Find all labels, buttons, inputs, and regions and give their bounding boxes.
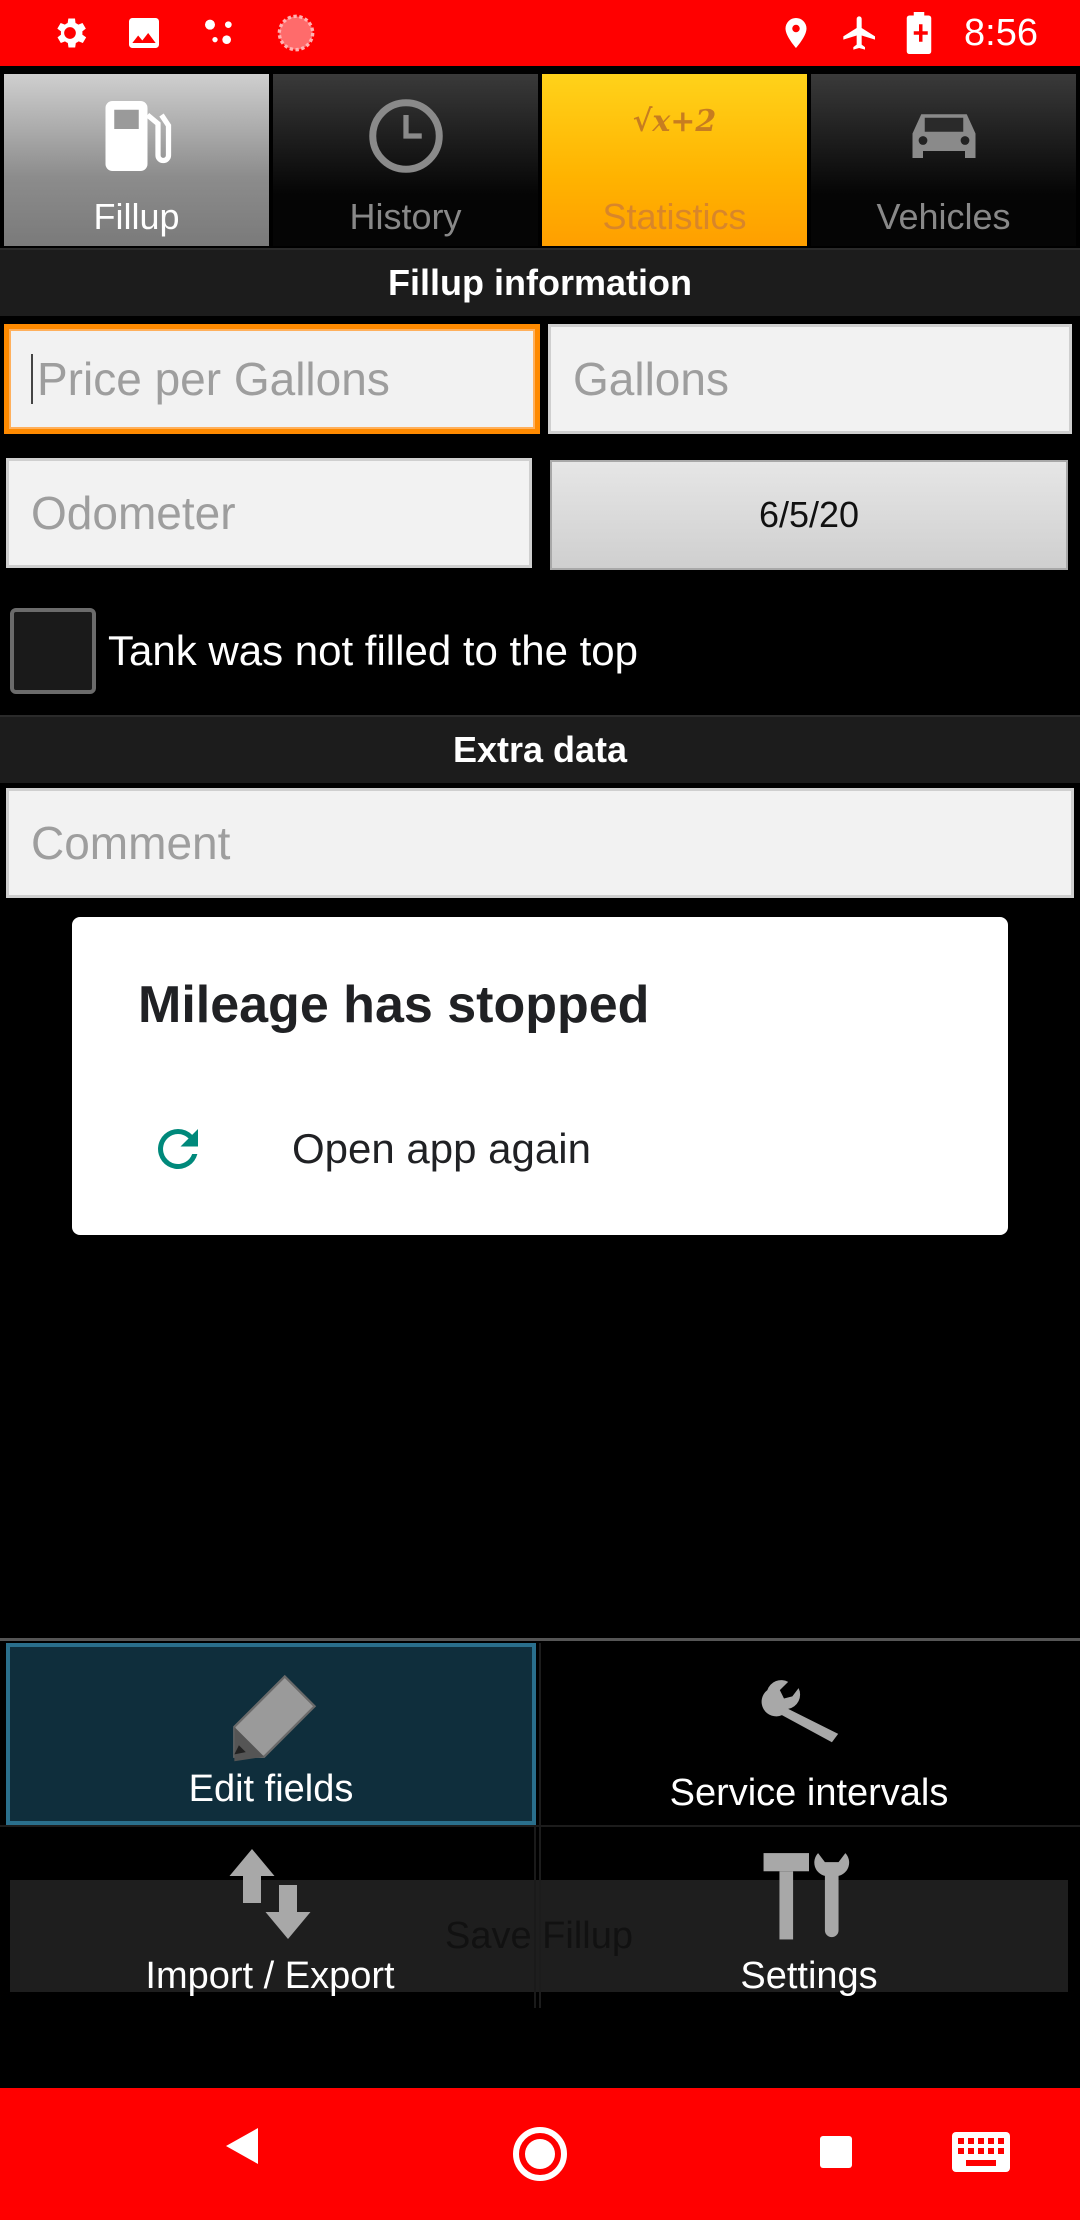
comment-placeholder: Comment	[31, 817, 231, 869]
car-icon	[902, 102, 986, 177]
back-icon[interactable]	[222, 2124, 262, 2173]
gallons-placeholder: Gallons	[573, 353, 729, 405]
tab-bar: Fillup History √x+2 Statistics Vehicles	[0, 74, 1080, 246]
tab-vehicles-label: Vehicles	[876, 196, 1011, 237]
comment-input[interactable]: Comment	[6, 788, 1074, 898]
tab-statistics[interactable]: √x+2 Statistics	[542, 74, 807, 246]
tab-vehicles[interactable]: Vehicles	[811, 74, 1076, 246]
hammer-wrench-icon	[759, 1844, 859, 1954]
app-stopped-dialog: Mileage has stopped Open app again	[72, 917, 1008, 1235]
odometer-placeholder: Odometer	[31, 487, 236, 539]
price-per-gallon-input[interactable]: Price per Gallons	[4, 324, 540, 434]
settings-label: Settings	[740, 1955, 878, 1997]
partial-fill-label: Tank was not filled to the top	[108, 627, 638, 674]
reload-icon	[148, 1119, 208, 1184]
menu-divider	[539, 1643, 541, 2008]
airplane-icon	[840, 13, 880, 53]
navigation-bar	[0, 2088, 1080, 2220]
tab-history-label: History	[349, 196, 462, 237]
location-icon	[778, 13, 814, 53]
import-export-label: Import / Export	[145, 1955, 395, 1997]
status-time: 8:56	[964, 11, 1038, 54]
wrench-icon	[759, 1671, 859, 1761]
fuel-pump-icon	[95, 94, 179, 183]
tab-fillup-label: Fillup	[93, 196, 180, 237]
status-bar: 8:56	[0, 0, 1080, 66]
recents-icon[interactable]	[818, 2134, 854, 2175]
home-icon[interactable]	[512, 2126, 568, 2187]
sqrt-formula-icon: √x+2	[632, 104, 717, 139]
partial-fill-checkbox[interactable]	[10, 608, 96, 694]
partial-fill-row[interactable]: Tank was not filled to the top	[10, 608, 638, 694]
up-down-arrows-icon	[225, 1844, 315, 1954]
dialog-title: Mileage has stopped	[138, 976, 650, 1034]
tab-fillup[interactable]: Fillup	[4, 74, 269, 246]
service-intervals-menu-item[interactable]: Service intervals	[542, 1643, 1076, 1825]
gallons-input[interactable]: Gallons	[548, 324, 1072, 434]
service-intervals-label: Service intervals	[669, 1772, 949, 1814]
open-app-again-label: Open app again	[292, 1125, 591, 1172]
settings-menu-item[interactable]: Settings	[542, 1826, 1076, 2008]
import-export-menu-item[interactable]: Import / Export	[6, 1826, 536, 2008]
edit-fields-menu-item[interactable]: Edit fields	[6, 1643, 536, 1825]
pencil-icon	[216, 1665, 326, 1785]
fillup-section-header: Fillup information	[0, 248, 1080, 316]
battery-charging-icon	[906, 12, 932, 54]
extra-section-header: Extra data	[0, 715, 1080, 783]
odometer-input[interactable]: Odometer	[6, 458, 532, 568]
gear-icon	[50, 13, 90, 53]
open-app-again-button[interactable]: Open app again	[72, 1095, 1008, 1205]
keyboard-icon[interactable]	[952, 2132, 1010, 2177]
image-icon	[124, 13, 164, 53]
assistant-dots-icon	[198, 13, 242, 53]
tab-history[interactable]: History	[273, 74, 538, 246]
price-placeholder: Price per Gallons	[37, 353, 390, 405]
tab-statistics-label: Statistics	[602, 196, 747, 237]
record-icon	[276, 13, 316, 53]
date-button[interactable]: 6/5/20	[550, 460, 1068, 570]
text-caret	[31, 354, 33, 404]
clock-icon	[364, 94, 448, 183]
